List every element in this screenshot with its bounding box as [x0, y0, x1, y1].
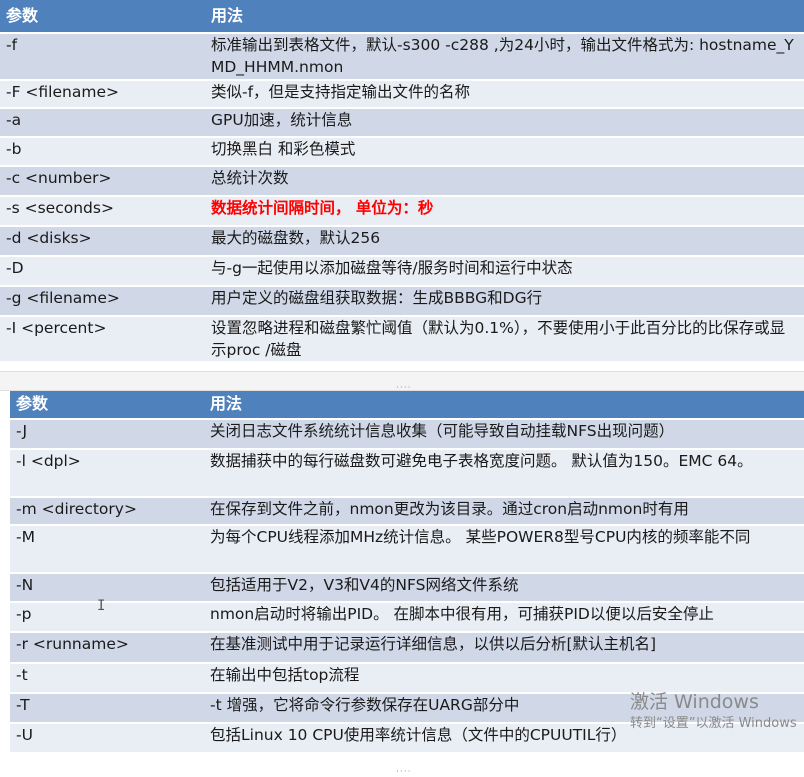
usage-cell: 数据捕获中的每行磁盘数可避免电子表格宽度问题。 默认值为150。EMC 64。: [204, 449, 804, 498]
usage-cell: nmon启动时将输出PID。 在脚本中很有用，可捕获PID以便以后安全停止: [204, 602, 804, 633]
header-param: 参数: [10, 391, 204, 420]
usage-cell: 在保存到文件之前，nmon更改为该目录。通过cron启动nmon时有用: [204, 497, 804, 526]
watermark-title: 激活 Windows: [630, 691, 759, 713]
param-cell: -U: [10, 723, 204, 754]
windows-activation-watermark: 激活 Windows 转到“设置”以激活 Windows: [630, 690, 797, 734]
param-cell: -N: [10, 573, 204, 603]
param-cell: -p: [10, 602, 204, 633]
param-cell: -c <number>: [0, 166, 205, 197]
table-row: -m <directory> 在保存到文件之前，nmon更改为该目录。通过cro…: [10, 497, 804, 526]
usage-cell: 类似-f，但是支持指定输出文件的名称: [205, 80, 804, 109]
table-row: -D 与-g一起使用以添加磁盘等待/服务时间和运行中状态: [0, 256, 804, 287]
options-table-1: 参数 用法 -f 标准输出到表格文件，默认-s300 -c288 ,为24小时，…: [0, 0, 804, 363]
table-row: -t 在输出中包括top流程: [10, 663, 804, 694]
param-cell: -M: [10, 525, 204, 574]
param-cell: -m <directory>: [10, 497, 204, 526]
usage-cell: 包括适用于V2，V3和V4的NFS网络文件系统: [204, 573, 804, 603]
usage-cell: 在输出中包括top流程: [204, 663, 804, 694]
table-row: -J 关闭日志文件系统统计信息收集（可能导致自动挂载NFS出现问题）: [10, 419, 804, 450]
table-row: -d <disks> 最大的磁盘数，默认256: [0, 226, 804, 257]
usage-cell-highlighted: 数据统计间隔时间， 单位为：秒: [205, 196, 804, 227]
param-cell: -F <filename>: [0, 80, 205, 109]
usage-cell: 为每个CPU线程添加MHz统计信息。 某些POWER8型号CPU内核的频率能不同: [204, 525, 804, 574]
table-row: -a GPU加速，统计信息: [0, 108, 804, 138]
table-header-row: 参数 用法: [10, 391, 804, 420]
usage-cell: 切换黑白 和彩色模式: [205, 137, 804, 167]
param-cell: -t: [10, 663, 204, 694]
table-row: -f 标准输出到表格文件，默认-s300 -c288 ,为24小时，输出文件格式…: [0, 33, 804, 81]
param-cell: -I <percent>: [0, 316, 205, 363]
table-row: -b 切换黑白 和彩色模式: [0, 137, 804, 167]
param-cell: -T: [10, 693, 204, 724]
usage-cell: GPU加速，统计信息: [205, 108, 804, 138]
table-header-row: 参数 用法: [0, 0, 804, 34]
text-cursor-icon: I: [97, 598, 106, 614]
param-cell: -d <disks>: [0, 226, 205, 257]
table-row: -F <filename> 类似-f，但是支持指定输出文件的名称: [0, 80, 804, 109]
usage-cell: 与-g一起使用以添加磁盘等待/服务时间和运行中状态: [205, 256, 804, 287]
usage-cell: 总统计次数: [205, 166, 804, 197]
param-cell: -a: [0, 108, 205, 138]
table-row: -I <percent> 设置忽略进程和磁盘繁忙阈值（默认为0.1%），不要使用…: [0, 316, 804, 363]
usage-cell: 最大的磁盘数，默认256: [205, 226, 804, 257]
table-row: -l <dpl> 数据捕获中的每行磁盘数可避免电子表格宽度问题。 默认值为150…: [10, 449, 804, 498]
usage-cell: 在基准测试中用于记录运行详细信息，以供以后分析[默认主机名]: [204, 632, 804, 664]
header-usage: 用法: [205, 0, 804, 34]
table-row: -c <number> 总统计次数: [0, 166, 804, 197]
header-param: 参数: [0, 0, 205, 34]
usage-cell: 用户定义的磁盘组获取数据：生成BBBG和DG行: [205, 286, 804, 317]
table-row: -N 包括适用于V2，V3和V4的NFS网络文件系统: [10, 573, 804, 603]
param-cell: -g <filename>: [0, 286, 205, 317]
param-cell: -J: [10, 419, 204, 450]
table-row: -p nmon启动时将输出PID。 在脚本中很有用，可捕获PID以便以后安全停止: [10, 602, 804, 633]
resize-handle-icon[interactable]: ····: [396, 767, 411, 777]
header-usage: 用法: [204, 391, 804, 420]
param-cell: -D: [0, 256, 205, 287]
param-cell: -l <dpl>: [10, 449, 204, 498]
param-cell: -f: [0, 33, 205, 81]
param-cell: -b: [0, 137, 205, 167]
param-cell: -r <runname>: [10, 632, 204, 664]
param-cell: -s <seconds>: [0, 196, 205, 227]
usage-cell: 标准输出到表格文件，默认-s300 -c288 ,为24小时，输出文件格式为: …: [205, 33, 804, 81]
table-row: -M 为每个CPU线程添加MHz统计信息。 某些POWER8型号CPU内核的频率…: [10, 525, 804, 574]
usage-cell: 设置忽略进程和磁盘繁忙阈值（默认为0.1%），不要使用小于此百分比的比保存或显示…: [205, 316, 804, 363]
usage-cell: 关闭日志文件系统统计信息收集（可能导致自动挂载NFS出现问题）: [204, 419, 804, 450]
watermark-subtitle: 转到“设置”以激活 Windows: [630, 716, 797, 731]
table-row: -r <runname> 在基准测试中用于记录运行详细信息，以供以后分析[默认主…: [10, 632, 804, 664]
table-row: -s <seconds> 数据统计间隔时间， 单位为：秒: [0, 196, 804, 227]
table-row: -g <filename> 用户定义的磁盘组获取数据：生成BBBG和DG行: [0, 286, 804, 317]
